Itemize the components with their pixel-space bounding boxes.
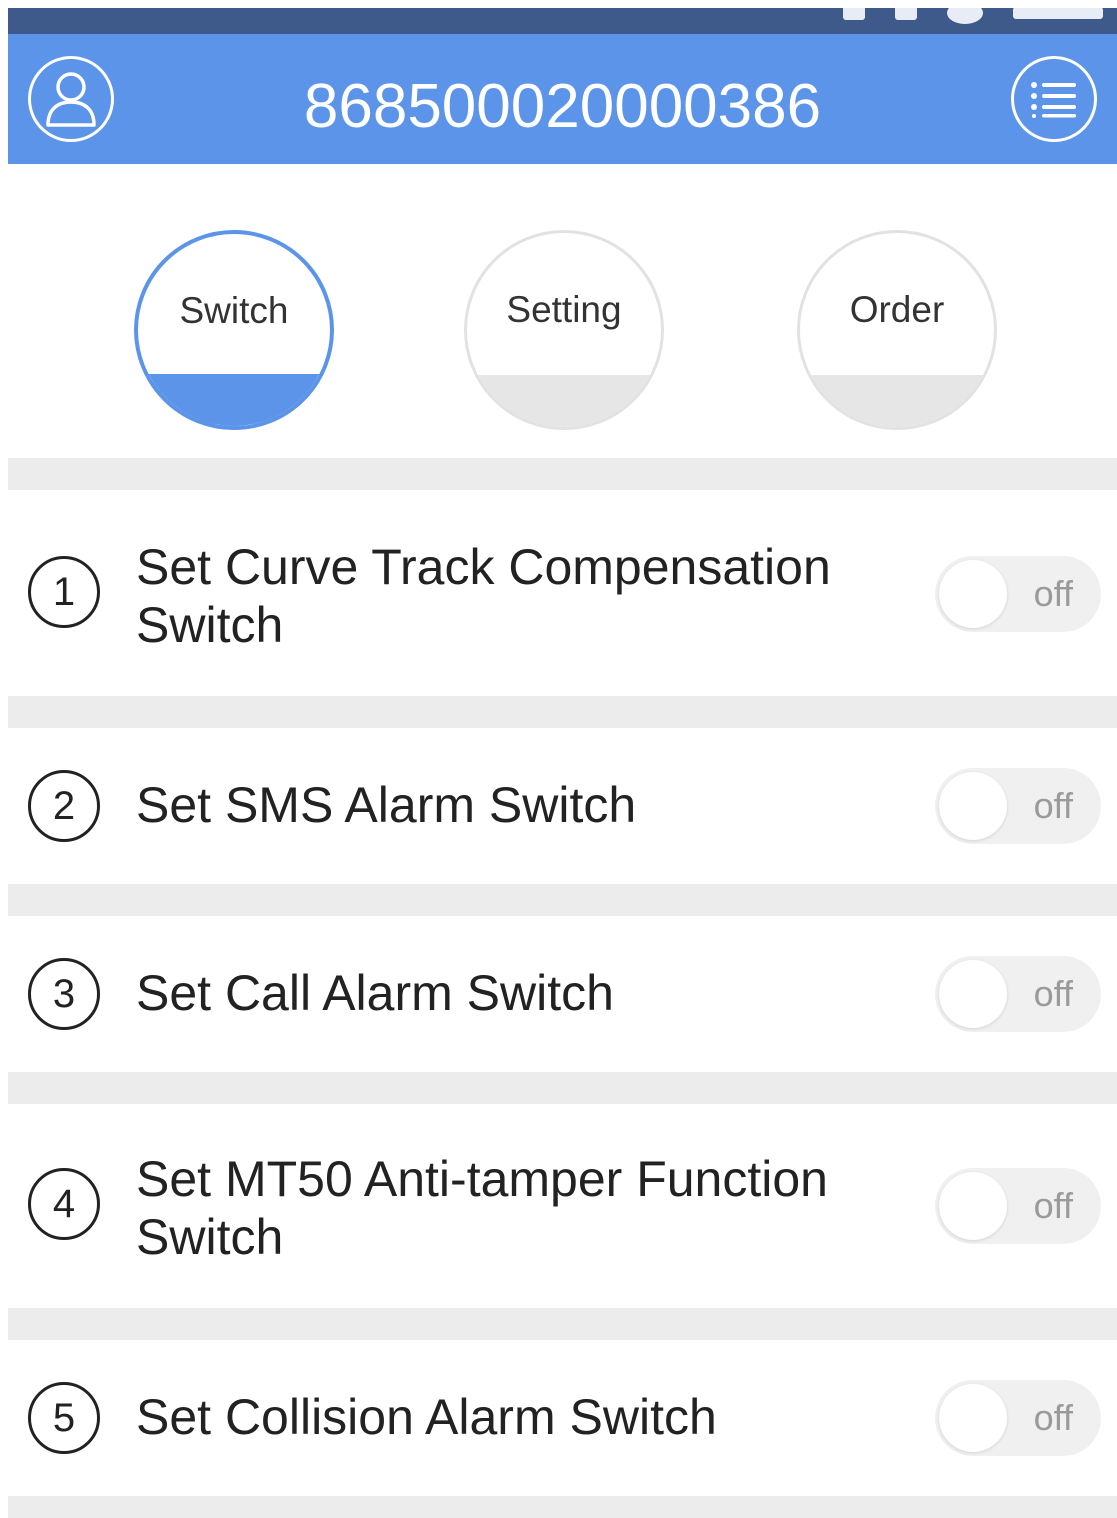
- tab-indicator: [800, 375, 994, 427]
- tab-bar: Switch Setting Order: [8, 164, 1117, 458]
- app-header: 868500020000386: [8, 34, 1117, 164]
- signal-icon: [895, 8, 917, 20]
- battery-icon: [947, 8, 983, 24]
- list-item-call-alarm: 3 Set Call Alarm Switch off: [8, 916, 1117, 1072]
- list-item-mt50-anti-tamper: 4 Set MT50 Anti-tamper Function Switch o…: [8, 1104, 1117, 1308]
- collision-alarm-toggle[interactable]: off: [935, 1380, 1101, 1456]
- tab-order[interactable]: Order: [797, 230, 997, 430]
- item-label: Set MT50 Anti-tamper Function Switch: [136, 1150, 896, 1266]
- toggle-knob: [939, 772, 1007, 840]
- item-label-line: Switch: [136, 597, 284, 653]
- toggle-state-text: off: [1033, 785, 1073, 826]
- list-divider: [8, 1496, 1117, 1518]
- curve-track-compensation-toggle[interactable]: off: [935, 556, 1101, 632]
- status-bar: [8, 8, 1117, 34]
- item-label: Set Curve Track Compensation Switch: [136, 538, 896, 654]
- toggle-knob: [939, 1172, 1007, 1240]
- mt50-anti-tamper-toggle[interactable]: off: [935, 1168, 1101, 1244]
- item-label-line: Set SMS Alarm Switch: [136, 777, 637, 833]
- list-divider: [8, 458, 1117, 490]
- menu-button[interactable]: [1011, 56, 1097, 142]
- item-label-line: Switch: [136, 1209, 284, 1265]
- item-label: Set SMS Alarm Switch: [136, 776, 896, 834]
- tab-label: Switch: [179, 290, 289, 331]
- list-item-collision-alarm: 5 Set Collision Alarm Switch off: [8, 1340, 1117, 1496]
- tab-label: Order: [849, 289, 945, 330]
- sms-alarm-toggle[interactable]: off: [935, 768, 1101, 844]
- item-label: Set Call Alarm Switch: [136, 964, 896, 1022]
- toggle-knob: [939, 1384, 1007, 1452]
- toggle-state-text: off: [1033, 573, 1073, 614]
- item-label: Set Collision Alarm Switch: [136, 1388, 896, 1446]
- tab-label: Setting: [506, 289, 622, 330]
- device-id-title: 868500020000386: [303, 72, 822, 141]
- list-item-sms-alarm: 2 Set SMS Alarm Switch off: [8, 728, 1117, 884]
- wifi-icon: [843, 8, 865, 20]
- list-item-curve-track-compensation: 1 Set Curve Track Compensation Switch of…: [8, 490, 1117, 696]
- toggle-knob: [939, 560, 1007, 628]
- tab-switch[interactable]: Switch: [134, 230, 334, 430]
- toggle-state-text: off: [1033, 973, 1073, 1014]
- list-divider: [8, 884, 1117, 916]
- item-label-line: Set Curve Track Compensation: [136, 539, 831, 595]
- app-screen: 868500020000386 Switch Setting Order 1 S…: [8, 8, 1117, 1518]
- item-number-badge: 3: [28, 958, 100, 1030]
- item-label-line: Set Collision Alarm Switch: [136, 1389, 717, 1445]
- item-number-badge: 4: [28, 1168, 100, 1240]
- item-label-line: Set MT50 Anti-tamper Function: [136, 1151, 828, 1207]
- tab-indicator: [467, 375, 661, 427]
- toggle-knob: [939, 960, 1007, 1028]
- toggle-state-text: off: [1033, 1397, 1073, 1438]
- switch-list: 1 Set Curve Track Compensation Switch of…: [8, 458, 1117, 1518]
- clock-icon: [1013, 8, 1103, 19]
- list-menu-icon: [1031, 82, 1076, 118]
- tab-setting[interactable]: Setting: [464, 230, 664, 430]
- item-number-badge: 1: [28, 556, 100, 628]
- item-number-badge: 5: [28, 1382, 100, 1454]
- call-alarm-toggle[interactable]: off: [935, 956, 1101, 1032]
- list-divider: [8, 1308, 1117, 1340]
- list-divider: [8, 1072, 1117, 1104]
- toggle-state-text: off: [1033, 1185, 1073, 1226]
- item-label-line: Set Call Alarm Switch: [136, 965, 614, 1021]
- item-number-badge: 2: [28, 770, 100, 842]
- list-divider: [8, 696, 1117, 728]
- status-icons: [843, 8, 1103, 24]
- tab-indicator: [138, 374, 330, 426]
